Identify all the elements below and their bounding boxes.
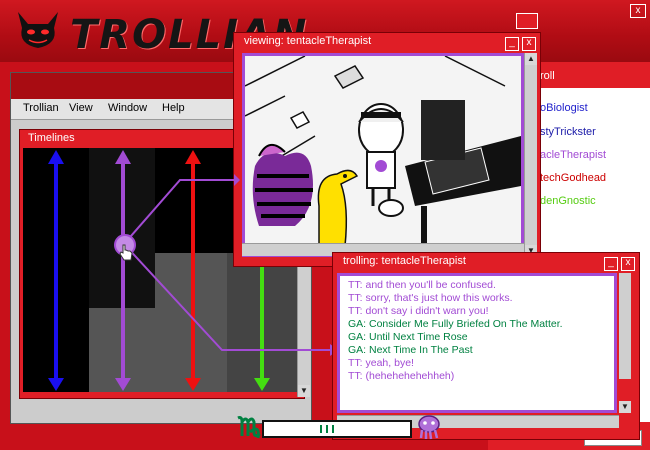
chat-message: TT: and then you'll be confused. bbox=[348, 279, 496, 291]
chat-message: TT: sorry, that's just how this works. bbox=[348, 292, 513, 304]
chat-message: TT: yeah, bye! bbox=[348, 357, 414, 369]
hand-cursor-icon bbox=[119, 244, 133, 261]
scroll-down-arrow[interactable]: ▼ bbox=[619, 401, 631, 413]
virgo-icon bbox=[237, 416, 261, 439]
chat-window: trolling: tentacleTherapist _ x TT: and t… bbox=[332, 252, 640, 440]
minimize-button[interactable]: _ bbox=[604, 257, 618, 271]
chat-scroll-thumb[interactable] bbox=[619, 379, 631, 401]
squiddle-icon bbox=[418, 415, 440, 440]
progress-tick bbox=[332, 425, 334, 433]
chat-message: TT: (hehehehehehheh) bbox=[348, 370, 455, 382]
chat-message: GA: Consider Me Fully Briefed On The Mat… bbox=[348, 318, 563, 330]
close-button[interactable]: x bbox=[621, 257, 635, 271]
chat-message: TT: don't say i didn't warn you! bbox=[348, 305, 489, 317]
chat-log[interactable]: TT: and then you'll be confused. TT: sor… bbox=[337, 273, 617, 413]
progress-tick bbox=[320, 425, 322, 433]
chat-window-controls: _ x bbox=[601, 254, 635, 271]
progress-tick bbox=[326, 425, 328, 433]
chat-titlebar[interactable]: trolling: tentacleTherapist _ x bbox=[333, 253, 639, 271]
chat-message: GA: Next Time In The Past bbox=[348, 344, 473, 356]
timeline-progress-bar[interactable] bbox=[262, 420, 412, 438]
chat-message: GA: Until Next Time Rose bbox=[348, 331, 468, 343]
chat-scrollbar[interactable]: ▼ bbox=[619, 273, 631, 413]
chat-title: trolling: tentacleTherapist bbox=[343, 255, 466, 267]
